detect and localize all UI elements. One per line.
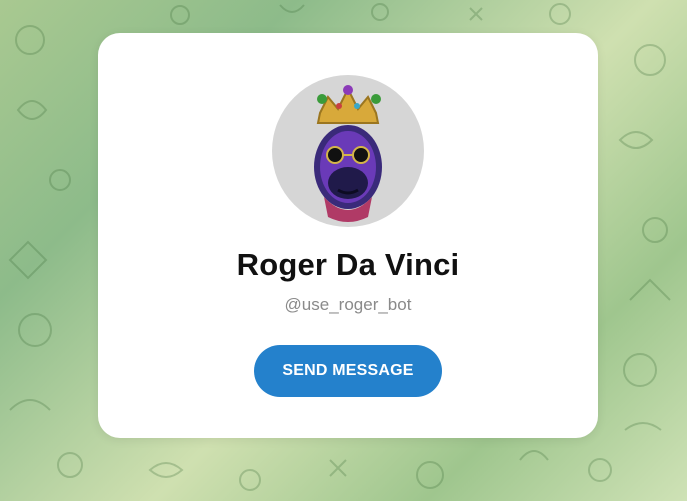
bot-username: @use_roger_bot	[284, 295, 412, 314]
bot-profile-card: Roger Da Vinci @use_roger_bot SEND MESSA…	[98, 33, 598, 438]
gorilla-king-avatar-icon	[314, 85, 382, 222]
avatar	[272, 75, 424, 227]
bot-name: Roger Da Vinci	[236, 247, 460, 282]
send-message-button[interactable]: SEND MESSAGE	[254, 345, 442, 397]
